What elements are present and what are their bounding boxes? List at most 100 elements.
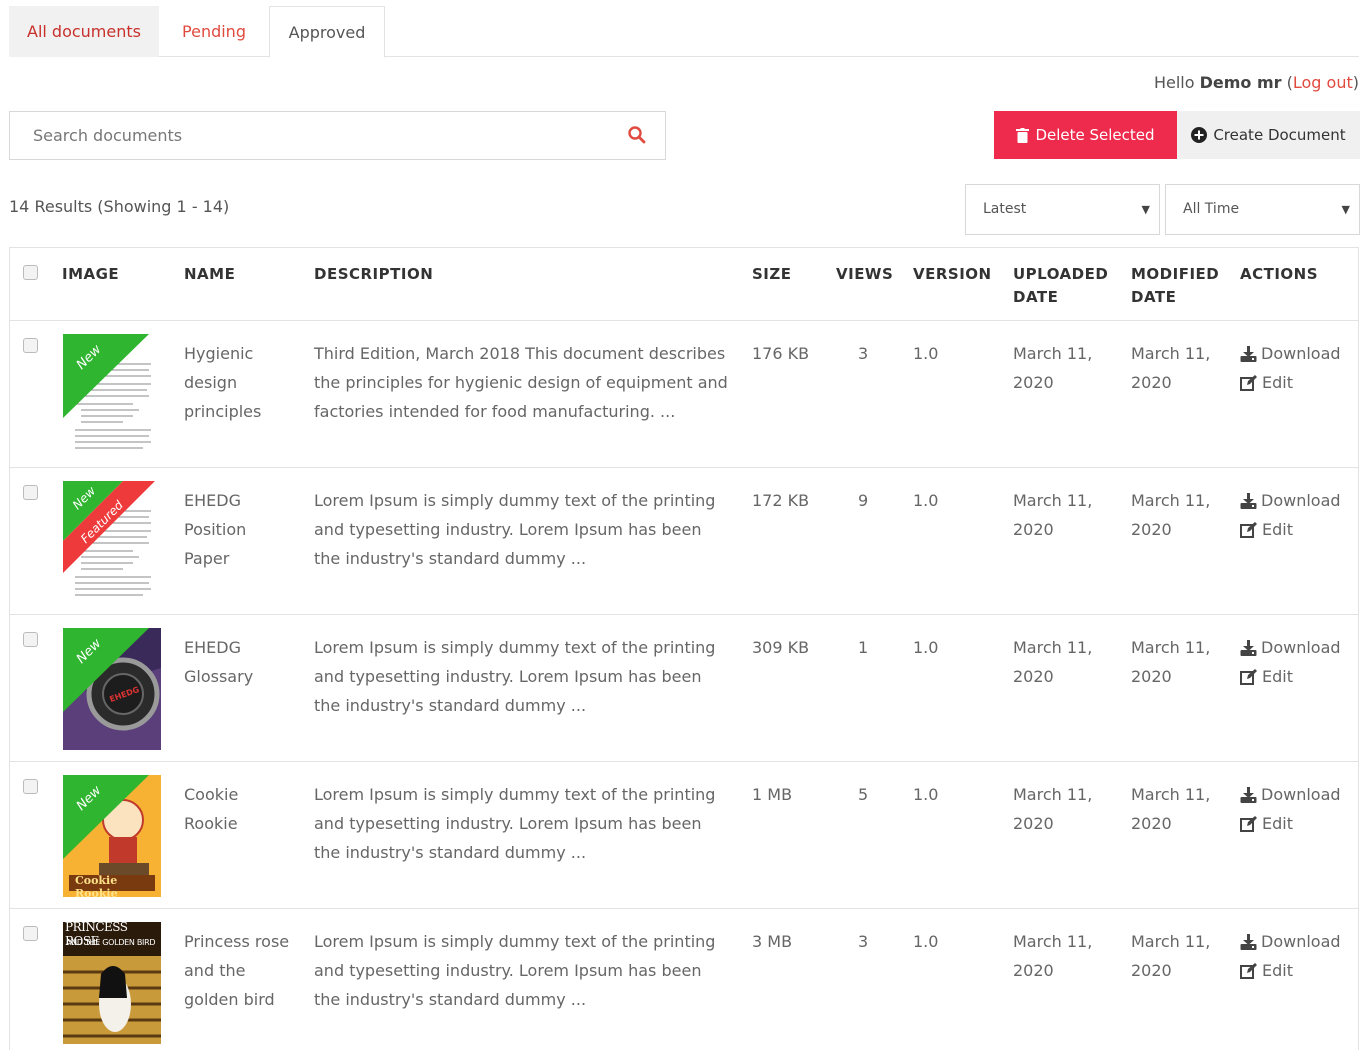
search-input[interactable] [10,112,610,159]
table-row: Cookie Rookie New Cookie Rookie Lorem Ip… [10,762,1358,909]
user-greeting: Hello Demo mr (Log out) [1153,73,1359,92]
document-name-line[interactable]: golden bird [184,985,289,1014]
search-box [9,111,666,160]
row-checkbox[interactable] [23,485,38,500]
edit-action[interactable]: Edit [1240,809,1341,838]
header-modified-line2: DATE [1131,288,1177,306]
download-label: Download [1261,491,1341,510]
uploaded-date-line: March 11, [1013,932,1093,951]
header-name[interactable]: NAME [184,263,235,286]
uploaded-date-line: March 11, [1013,638,1093,657]
logout-link[interactable]: Log out [1293,73,1353,92]
row-actions: Download Edit [1240,339,1341,397]
modified-date-line: 2020 [1131,814,1172,833]
table-row: EHEDG New EHEDG Glossary Lorem Ipsum is … [10,615,1358,762]
file-size: 1 MB [752,785,793,804]
edit-action[interactable]: Edit [1240,515,1341,544]
create-document-button[interactable]: Create Document [1177,111,1360,159]
download-action[interactable]: Download [1240,633,1341,662]
select-all-checkbox[interactable] [23,265,38,280]
edit-action[interactable]: Edit [1240,662,1341,691]
header-modified-date[interactable]: MODIFIED DATE [1131,263,1219,309]
document-name-line[interactable]: Glossary [184,662,253,691]
document-thumbnail[interactable]: New Featured [63,481,161,603]
document-name-line[interactable]: and the [184,956,289,985]
modified-date-line: March 11, [1131,638,1211,657]
tab-pending[interactable]: Pending [159,6,269,57]
document-name-line[interactable]: Rookie [184,809,238,838]
document-thumbnail[interactable]: PRINCESS ROSE AND THE GOLDEN BIRD [63,922,161,1044]
edit-label: Edit [1262,961,1293,980]
header-uploaded-line1: UPLOADED [1013,265,1109,283]
description-line: and typesetting industry. Lorem Ipsum ha… [314,520,702,539]
document-name-line[interactable]: EHEDG [184,633,253,662]
modified-date-line: 2020 [1131,373,1172,392]
tab-approved[interactable]: Approved [269,6,385,58]
uploaded-date-line: 2020 [1013,961,1054,980]
search-icon[interactable] [627,125,647,145]
uploaded-date-line: March 11, [1013,785,1093,804]
uploaded-date: March 11, 2020 [1013,633,1092,691]
modified-date-line: March 11, [1131,491,1211,510]
download-icon [1240,345,1257,362]
file-size: 3 MB [752,932,793,951]
document-name-line[interactable]: EHEDG [184,486,246,515]
row-actions: Download Edit [1240,927,1341,985]
tab-all-documents[interactable]: All documents [9,6,159,57]
document-name-line[interactable]: Princess rose [184,927,289,956]
download-label: Download [1261,932,1341,951]
table-row: New Hygienic design principles Third Edi… [10,321,1358,468]
document-name-line[interactable]: Paper [184,544,246,573]
document-thumbnail[interactable]: EHEDG New [63,628,161,750]
header-uploaded-date[interactable]: UPLOADED DATE [1013,263,1108,309]
modified-date-line: 2020 [1131,961,1172,980]
delete-selected-button[interactable]: Delete Selected [994,111,1177,159]
row-checkbox[interactable] [23,338,38,353]
modified-date-line: March 11, [1131,932,1211,951]
header-views[interactable]: VIEWS [836,263,893,286]
document-thumbnail[interactable]: Cookie Rookie New [63,775,161,897]
cover-title: Cookie Rookie [75,874,118,897]
download-action[interactable]: Download [1240,486,1341,515]
document-thumbnail[interactable]: New [63,334,161,456]
header-description[interactable]: DESCRIPTION [314,263,433,286]
document-page-image [63,334,161,456]
uploaded-date: March 11, 2020 [1013,780,1092,838]
description-line: the principles for hygienic design of eq… [314,373,728,392]
row-checkbox[interactable] [23,779,38,794]
version: 1.0 [913,344,939,363]
download-action[interactable]: Download [1240,339,1341,368]
download-action[interactable]: Download [1240,927,1341,956]
document-name-line[interactable]: Cookie [184,780,238,809]
edit-icon [1240,668,1257,685]
uploaded-date-line: 2020 [1013,667,1054,686]
document-name-line[interactable]: Position [184,515,246,544]
version: 1.0 [913,932,939,951]
download-action[interactable]: Download [1240,780,1341,809]
header-actions: ACTIONS [1240,265,1319,283]
edit-action[interactable]: Edit [1240,956,1341,985]
header-size[interactable]: SIZE [752,263,792,286]
description-line: and typesetting industry. Lorem Ipsum ha… [314,667,702,686]
header-version[interactable]: VERSION [913,263,992,286]
edit-label: Edit [1262,814,1293,833]
documents-table: IMAGE NAME DESCRIPTION SIZE VIEWS VERSIO… [9,247,1359,1050]
uploaded-date: March 11, 2020 [1013,339,1092,397]
uploaded-date-line: 2020 [1013,814,1054,833]
edit-label: Edit [1262,373,1293,392]
modified-date-line: 2020 [1131,520,1172,539]
edit-action[interactable]: Edit [1240,368,1341,397]
document-name-line[interactable]: Hygienic [184,339,261,368]
uploaded-date: March 11, 2020 [1013,927,1092,985]
header-image[interactable]: IMAGE [62,263,119,286]
modified-date: March 11, 2020 [1131,927,1210,985]
download-label: Download [1261,638,1341,657]
document-name-line[interactable]: design [184,368,261,397]
row-checkbox[interactable] [23,926,38,941]
download-icon [1240,639,1257,656]
document-name-line[interactable]: principles [184,397,261,426]
time-filter-select[interactable]: All Time ▼ [1165,184,1360,235]
row-checkbox[interactable] [23,632,38,647]
modified-date-line: 2020 [1131,667,1172,686]
sort-select[interactable]: Latest ▼ [965,184,1160,235]
